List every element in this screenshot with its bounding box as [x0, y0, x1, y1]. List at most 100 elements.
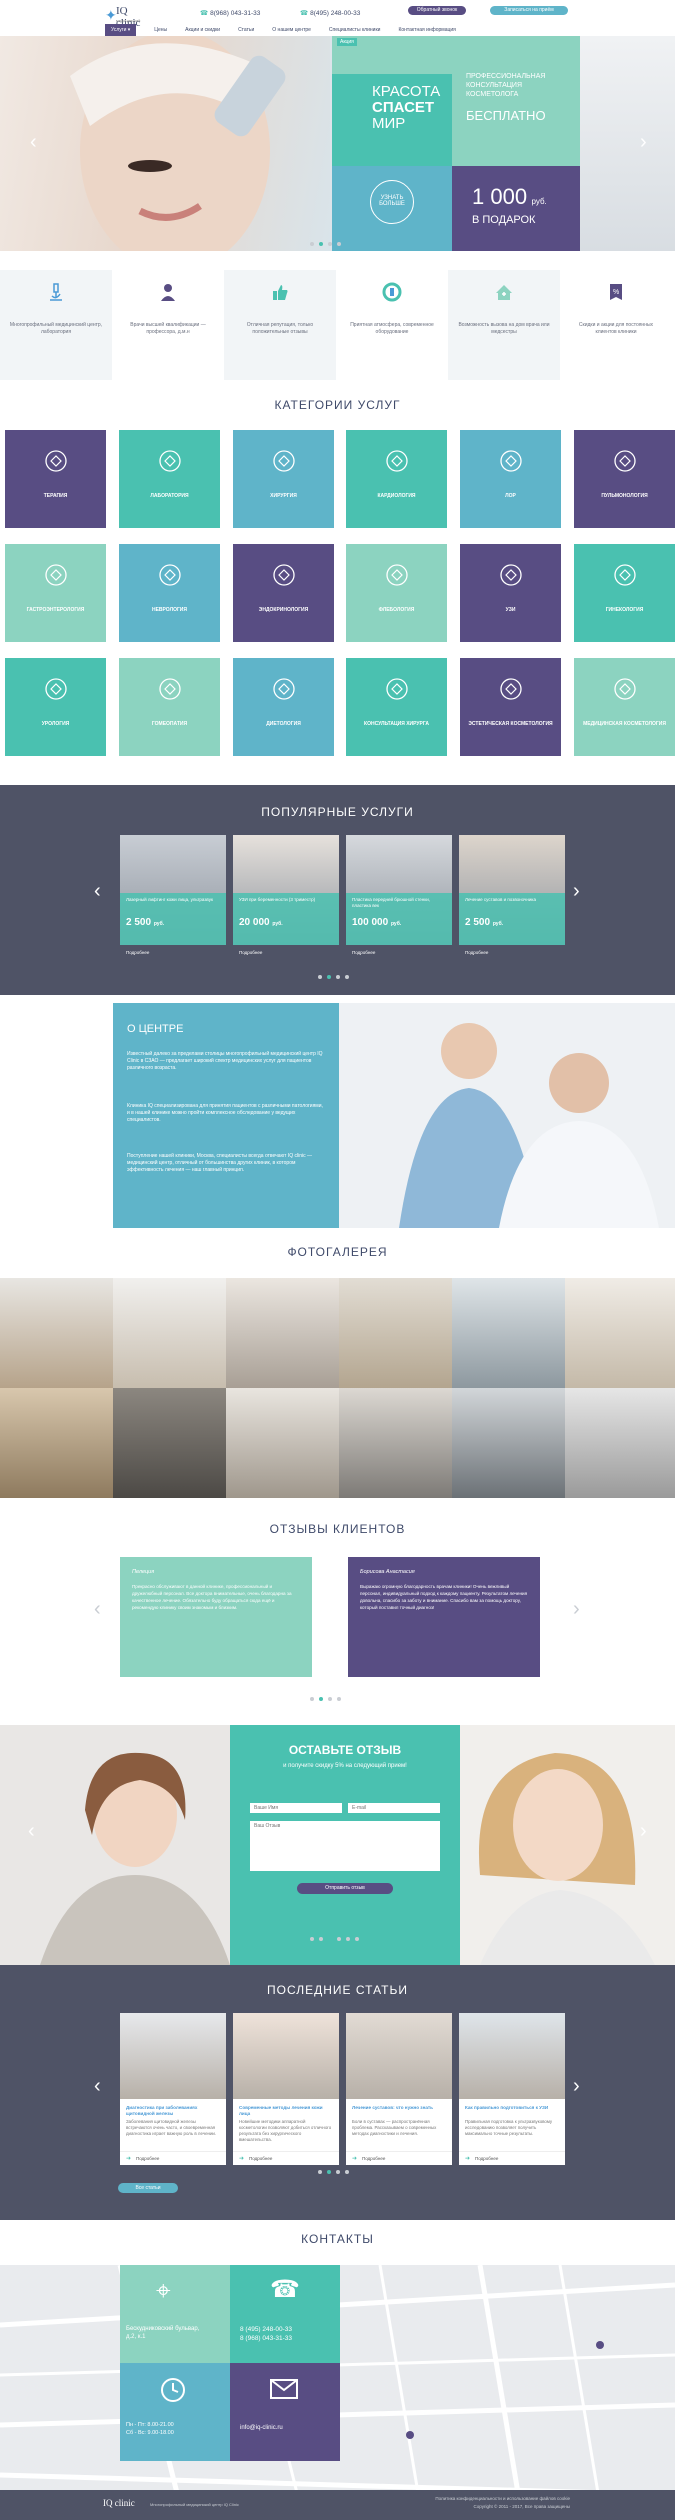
- article-title[interactable]: Современные методы лечения кожи лица: [239, 2105, 331, 2117]
- hero-prev-arrow[interactable]: ‹: [30, 131, 37, 154]
- article-card[interactable]: Диагностика при заболеваниях щитовидной …: [120, 2013, 226, 2165]
- category-tile[interactable]: Гомеопатия: [119, 658, 220, 756]
- footer-logo[interactable]: IQ clinic: [103, 2498, 135, 2508]
- gallery-photo[interactable]: [0, 1278, 113, 1388]
- slider-dot[interactable]: [355, 1937, 359, 1941]
- category-tile[interactable]: Эстетическая косметология: [460, 658, 561, 756]
- nav-item-prices[interactable]: Цены: [154, 24, 167, 36]
- article-more-link[interactable]: Подробнее: [475, 2156, 498, 2161]
- slider-dot[interactable]: [345, 2170, 349, 2174]
- all-articles-button[interactable]: Все статьи: [118, 2183, 178, 2193]
- header-phone-1[interactable]: ☎ 8(968) 043-31-33: [200, 9, 260, 17]
- category-tile[interactable]: Консультация хирурга: [346, 658, 447, 756]
- article-card[interactable]: Современные методы лечения кожи лица Нове…: [233, 2013, 339, 2165]
- contact-phone-1[interactable]: 8 (495) 248-00-33: [240, 2325, 335, 2334]
- article-title[interactable]: Диагностика при заболеваниях щитовидной …: [126, 2105, 218, 2117]
- category-tile[interactable]: Диетология: [233, 658, 334, 756]
- category-tile[interactable]: Неврология: [119, 544, 220, 642]
- service-more-link[interactable]: Подробнее: [465, 945, 488, 960]
- category-tile[interactable]: Кардиология: [346, 430, 447, 528]
- category-tile[interactable]: Хирургия: [233, 430, 334, 528]
- article-card[interactable]: Как правильно подготовиться к УЗИ Правиль…: [459, 2013, 565, 2165]
- form-next-arrow[interactable]: ›: [640, 1820, 647, 1843]
- gallery-photo[interactable]: [565, 1388, 675, 1498]
- service-more-link[interactable]: Подробнее: [352, 945, 375, 960]
- gallery-photo[interactable]: [339, 1388, 452, 1498]
- slider-dot[interactable]: [318, 2170, 322, 2174]
- category-tile[interactable]: ЛОР: [460, 430, 561, 528]
- hero-more-button[interactable]: Узнать больше: [370, 180, 414, 224]
- service-card[interactable]: Пластика передней брюшной стенки, пласти…: [346, 835, 452, 960]
- service-card[interactable]: Лазерный лифтинг кожи лица, ультразвук 2 …: [120, 835, 226, 960]
- articles-prev-arrow[interactable]: ‹: [94, 2075, 101, 2098]
- callback-button[interactable]: Обратный звонок: [408, 6, 466, 15]
- nav-item-articles[interactable]: Статьи: [238, 24, 254, 36]
- name-input[interactable]: [250, 1803, 342, 1813]
- gallery-photo[interactable]: [226, 1388, 339, 1498]
- slider-dot[interactable]: [328, 1697, 332, 1701]
- gallery-photo[interactable]: [452, 1278, 565, 1388]
- article-card[interactable]: Лечение суставов: что нужно знать Боли в …: [346, 2013, 452, 2165]
- popular-next-arrow[interactable]: ›: [573, 880, 580, 903]
- slider-dot[interactable]: [327, 975, 331, 979]
- service-more-link[interactable]: Подробнее: [239, 945, 262, 960]
- article-title[interactable]: Как правильно подготовиться к УЗИ: [465, 2105, 557, 2111]
- slider-dot[interactable]: [328, 1937, 332, 1941]
- category-tile[interactable]: Лаборатория: [119, 430, 220, 528]
- articles-next-arrow[interactable]: ›: [573, 2075, 580, 2098]
- category-tile[interactable]: Медицинская косметология: [574, 658, 675, 756]
- contact-phone-2[interactable]: 8 (968) 043-31-33: [240, 2334, 335, 2343]
- slider-dot[interactable]: [319, 242, 323, 246]
- gallery-photo[interactable]: [226, 1278, 339, 1388]
- header-phone-2[interactable]: ☎ 8(495) 248-00-33: [300, 9, 360, 17]
- category-tile[interactable]: Пульмонология: [574, 430, 675, 528]
- service-card[interactable]: Лечение суставов и позвоночника 2 500 руб…: [459, 835, 565, 960]
- article-title[interactable]: Лечение суставов: что нужно знать: [352, 2105, 444, 2111]
- submit-review-button[interactable]: Отправить отзыв: [297, 1883, 393, 1894]
- reviews-prev-arrow[interactable]: ‹: [94, 1598, 101, 1621]
- popular-prev-arrow[interactable]: ‹: [94, 880, 101, 903]
- slider-dot[interactable]: [328, 242, 332, 246]
- service-more-link[interactable]: Подробнее: [126, 945, 149, 960]
- slider-dot[interactable]: [319, 1937, 323, 1941]
- category-tile[interactable]: Урология: [5, 658, 106, 756]
- article-more-link[interactable]: Подробнее: [249, 2156, 272, 2161]
- gallery-photo[interactable]: [565, 1278, 675, 1388]
- category-tile[interactable]: Терапия: [5, 430, 106, 528]
- slider-dot[interactable]: [319, 1697, 323, 1701]
- slider-dot[interactable]: [346, 1937, 350, 1941]
- slider-dot[interactable]: [337, 1937, 341, 1941]
- slider-dot[interactable]: [310, 1697, 314, 1701]
- article-more-link[interactable]: Подробнее: [362, 2156, 385, 2161]
- category-tile[interactable]: Гинекология: [574, 544, 675, 642]
- slider-dot[interactable]: [310, 1937, 314, 1941]
- article-more-link[interactable]: Подробнее: [136, 2156, 159, 2161]
- slider-dot[interactable]: [318, 975, 322, 979]
- slider-dot[interactable]: [337, 242, 341, 246]
- slider-dot[interactable]: [336, 2170, 340, 2174]
- slider-dot[interactable]: [310, 242, 314, 246]
- nav-item-promos[interactable]: Акции и скидки: [185, 24, 220, 36]
- gallery-photo[interactable]: [0, 1388, 113, 1498]
- contact-email[interactable]: info@iq-clinic.ru: [240, 2425, 335, 2431]
- category-tile[interactable]: Флебология: [346, 544, 447, 642]
- email-input[interactable]: [348, 1803, 440, 1813]
- category-tile[interactable]: УЗИ: [460, 544, 561, 642]
- footer-policy-link[interactable]: Политика конфиденциальности и использова…: [420, 2496, 570, 2501]
- nav-item-services[interactable]: Услуги ▾: [105, 24, 137, 36]
- service-card[interactable]: УЗИ при беременности (3 триместр) 20 000 …: [233, 835, 339, 960]
- reviews-next-arrow[interactable]: ›: [573, 1598, 580, 1621]
- gallery-photo[interactable]: [339, 1278, 452, 1388]
- form-prev-arrow[interactable]: ‹: [28, 1820, 35, 1843]
- slider-dot[interactable]: [337, 1697, 341, 1701]
- nav-item-specialists[interactable]: Специалисты клиники: [329, 24, 381, 36]
- category-tile[interactable]: Гастроэнтерология: [5, 544, 106, 642]
- slider-dot[interactable]: [336, 975, 340, 979]
- gallery-photo[interactable]: [113, 1388, 226, 1498]
- review-textarea[interactable]: [250, 1821, 440, 1871]
- slider-dot[interactable]: [327, 2170, 331, 2174]
- hero-next-arrow[interactable]: ›: [640, 131, 647, 154]
- slider-dot[interactable]: [345, 975, 349, 979]
- gallery-photo[interactable]: [113, 1278, 226, 1388]
- gallery-photo[interactable]: [452, 1388, 565, 1498]
